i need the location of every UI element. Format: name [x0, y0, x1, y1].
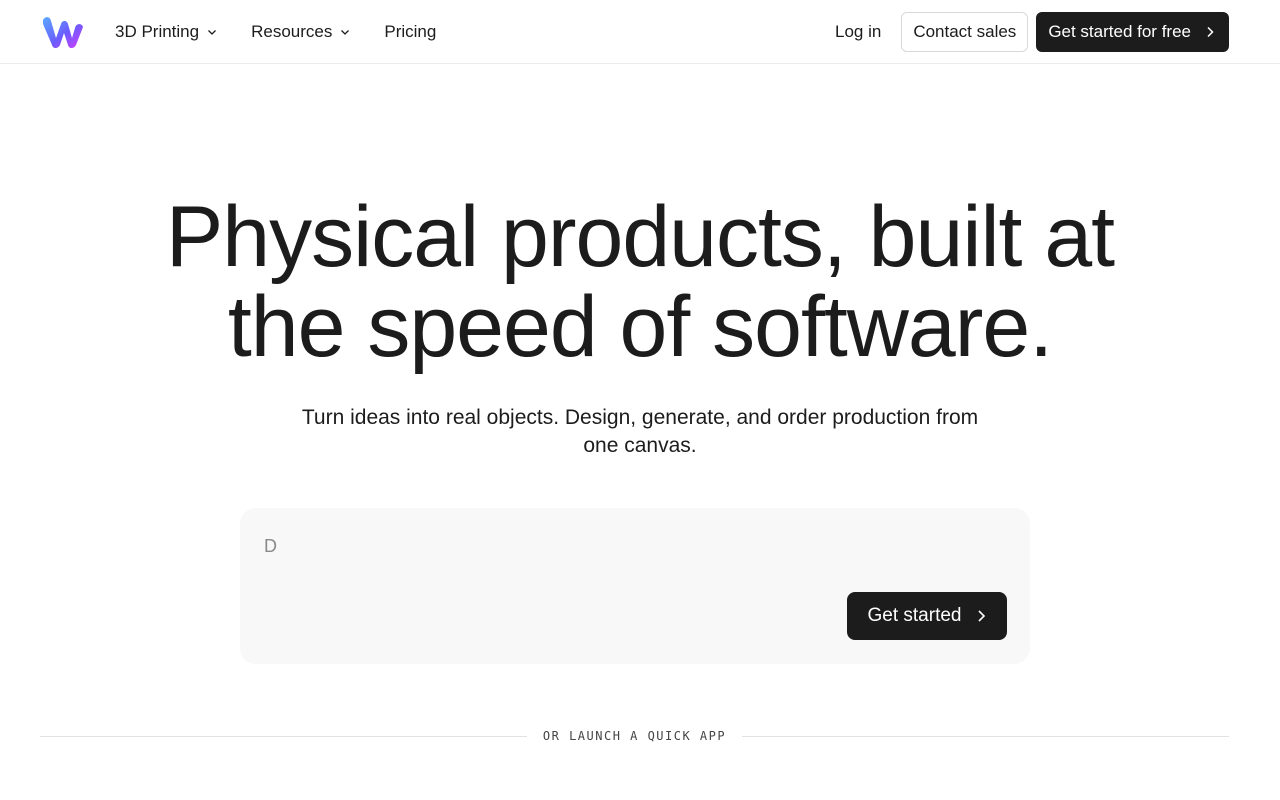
hero-title-line-1: Physical products, built at — [165, 189, 1115, 285]
divider-line — [742, 735, 1229, 737]
hero-title: Physical products, built at the speed of… — [0, 192, 1280, 372]
contact-sales-button[interactable]: Contact sales — [901, 12, 1029, 52]
get-started-button[interactable]: Get started — [847, 592, 1007, 640]
get-started-label: Get started — [867, 605, 962, 626]
divider-label: OR LAUNCH A QUICK APP — [542, 729, 727, 743]
chevron-down-icon — [341, 30, 350, 35]
contact-sales-label: Contact sales — [913, 22, 1017, 41]
chevron-right-icon — [977, 610, 985, 622]
hero-subtitle: Turn ideas into real objects. Design, ge… — [301, 406, 979, 457]
quick-app-divider: OR LAUNCH A QUICK APP — [40, 727, 1229, 745]
login-link[interactable]: Log in — [835, 22, 881, 42]
nav-item-label: 3D Printing — [115, 22, 200, 41]
nav-item-label: Pricing — [384, 22, 437, 41]
main-nav: 3D Printing Resources Pricing — [115, 0, 470, 64]
nav-item-pricing[interactable]: Pricing — [384, 22, 436, 42]
get-started-free-label: Get started for free — [1048, 22, 1191, 41]
hero-title-line-2: the speed of software. — [227, 279, 1053, 375]
w-logo-icon[interactable] — [40, 14, 84, 50]
nav-item-label: Resources — [251, 22, 333, 41]
nav-item-resources[interactable]: Resources — [251, 22, 350, 42]
top-navigation-bar: 3D Printing Resources Pricing Log in Con… — [0, 0, 1280, 64]
chevron-down-icon — [208, 30, 217, 35]
nav-item-3d-printing[interactable]: 3D Printing — [115, 22, 217, 42]
prompt-input[interactable] — [264, 532, 824, 560]
divider-line — [40, 735, 527, 737]
get-started-free-button[interactable]: Get started for free — [1036, 12, 1229, 52]
header-actions: Log in Contact sales Get started for fre… — [835, 12, 1229, 52]
chevron-right-icon — [1207, 26, 1214, 38]
prompt-box: Get started — [240, 508, 1030, 664]
